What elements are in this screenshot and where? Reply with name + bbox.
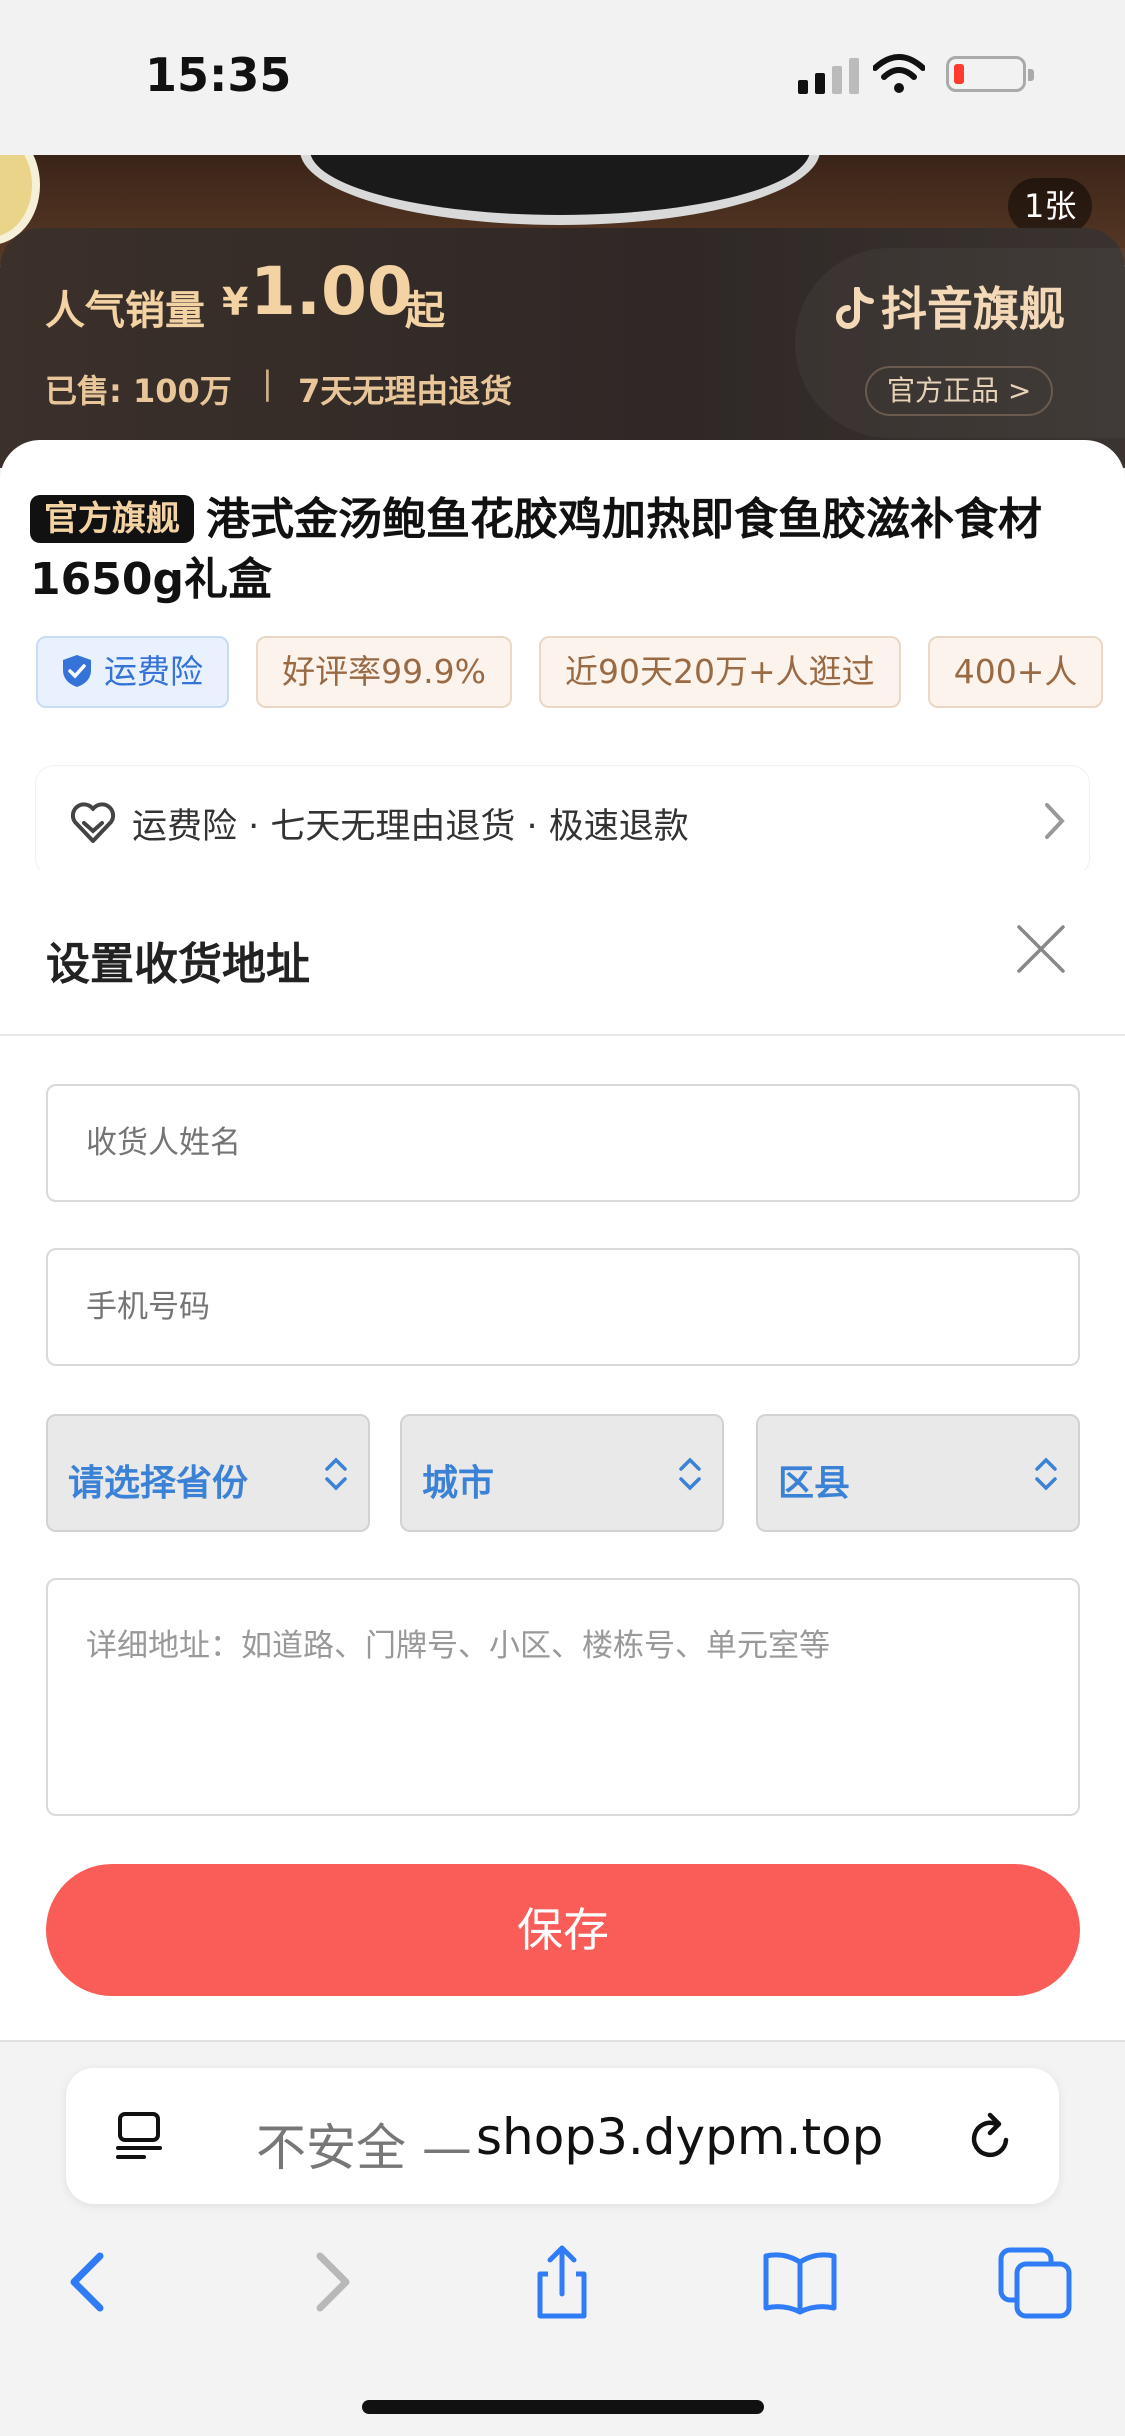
district-select[interactable]: 区县 bbox=[756, 1414, 1080, 1532]
tiktok-icon bbox=[836, 287, 874, 329]
detail-address-placeholder: 详细地址：如道路、门牌号、小区、楼栋号、单元室等 bbox=[86, 1628, 830, 1664]
chip-shipping-insurance[interactable]: 运费险 bbox=[36, 636, 229, 708]
service-guarantee-row[interactable]: 运费险 · 七天无理由退货 · 极速退款 bbox=[36, 766, 1089, 876]
brand-label: 抖音旗舰 bbox=[881, 282, 1065, 336]
brand-badge: 抖音旗舰 bbox=[835, 273, 1065, 339]
chevron-right-icon bbox=[1045, 803, 1065, 839]
bookmarks-icon[interactable] bbox=[760, 2242, 840, 2322]
modal-divider bbox=[0, 1034, 1125, 1036]
cellular-signal-icon bbox=[798, 58, 859, 94]
province-value: 请选择省份 bbox=[68, 1463, 249, 1504]
chip-visitors[interactable]: 近90天20万+人逛过 bbox=[539, 636, 901, 708]
district-value: 区县 bbox=[778, 1463, 851, 1504]
page-menu-icon[interactable] bbox=[114, 2110, 164, 2162]
battery-icon bbox=[946, 56, 1034, 92]
detail-address-textarea[interactable]: 详细地址：如道路、门牌号、小区、楼栋号、单元室等 bbox=[46, 1578, 1080, 1816]
chip-row: 运费险 好评率99.9% 近90天20万+人逛过 400+人 bbox=[36, 636, 1125, 708]
modal-title: 设置收货地址 bbox=[46, 939, 310, 990]
image-count-badge: 1张 bbox=[1008, 178, 1093, 234]
updown-chevron-icon bbox=[1035, 1457, 1057, 1491]
product-title: 官方旗舰 港式金汤鲍鱼花胶鸡加热即食鱼胶滋补食材1650g礼盒 bbox=[30, 490, 1090, 610]
province-select[interactable]: 请选择省份 bbox=[46, 1414, 370, 1532]
wifi-icon bbox=[873, 54, 925, 93]
tabs-icon[interactable] bbox=[995, 2242, 1075, 2322]
reload-icon[interactable] bbox=[966, 2110, 1016, 2164]
chip-rating[interactable]: 好评率99.9% bbox=[256, 636, 512, 708]
save-button[interactable]: 保存 bbox=[46, 1864, 1080, 1996]
updown-chevron-icon bbox=[325, 1457, 347, 1491]
shield-check-icon bbox=[63, 655, 91, 687]
home-indicator bbox=[362, 2400, 764, 2414]
updown-chevron-icon bbox=[679, 1457, 701, 1491]
currency-symbol: ¥ bbox=[222, 280, 249, 324]
not-secure-label: 不安全 — bbox=[256, 2119, 472, 2177]
official-flagship-tag: 官方旗舰 bbox=[30, 495, 194, 543]
city-value: 城市 bbox=[422, 1463, 495, 1504]
official-genuine-button[interactable]: 官方正品 > bbox=[865, 366, 1054, 416]
phone-number-input[interactable] bbox=[46, 1248, 1080, 1366]
chip-more[interactable]: 400+人 bbox=[927, 636, 1104, 708]
chip-label: 运费险 bbox=[104, 652, 203, 691]
returns-policy: 7天无理由退货 bbox=[298, 372, 513, 410]
price-suffix: 起 bbox=[405, 288, 445, 334]
service-text: 运费险 · 七天无理由退货 · 极速退款 bbox=[132, 807, 689, 847]
price-amount: 1.00 bbox=[250, 253, 413, 330]
popularity-label: 人气销量 bbox=[45, 288, 205, 334]
recipient-name-input[interactable] bbox=[46, 1084, 1080, 1202]
close-icon[interactable] bbox=[1016, 924, 1066, 974]
separator: | bbox=[262, 364, 273, 402]
browser-toolbar: 不安全 — shop3.dypm.top bbox=[0, 2040, 1125, 2436]
status-time: 15:35 bbox=[145, 48, 292, 102]
url-host: shop3.dypm.top bbox=[476, 2108, 884, 2166]
status-bar: 15:35 bbox=[0, 0, 1125, 155]
price-band: 人气销量 ¥ 1.00 起 已售: 100万 | 7天无理由退货 抖音旗舰 官方… bbox=[0, 228, 1125, 468]
forward-icon[interactable] bbox=[290, 2242, 370, 2322]
back-icon[interactable] bbox=[50, 2242, 130, 2322]
address-modal: 设置收货地址 请选择省份 城市 区县 详细地址：如道路、门牌号、小区、楼栋号、单… bbox=[0, 870, 1125, 2040]
share-icon[interactable] bbox=[522, 2242, 602, 2322]
address-bar[interactable]: 不安全 — shop3.dypm.top bbox=[66, 2068, 1059, 2204]
city-select[interactable]: 城市 bbox=[400, 1414, 724, 1532]
sold-count: 已售: 100万 bbox=[45, 372, 232, 410]
heart-shield-icon bbox=[70, 802, 116, 843]
